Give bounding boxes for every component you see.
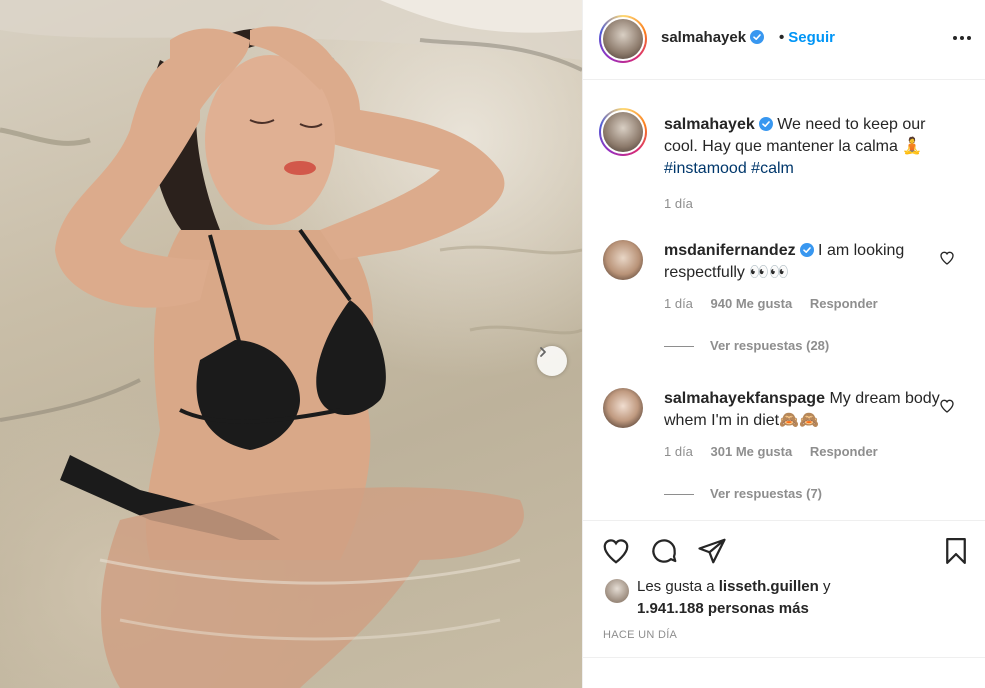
hashtag-calm[interactable]: #calm <box>751 160 794 177</box>
replies-divider <box>664 494 694 496</box>
follow-button[interactable]: • Seguir <box>779 29 835 46</box>
chevron-right-icon <box>540 347 546 357</box>
view-replies-button[interactable]: Ver respuestas (7) <box>664 486 822 501</box>
caption-avatar[interactable] <box>599 108 647 156</box>
heart-icon[interactable] <box>939 250 955 266</box>
verified-badge-icon <box>799 243 814 257</box>
comment-likes[interactable]: 940 Me gusta <box>711 296 793 311</box>
add-comment-bar[interactable] <box>583 657 985 688</box>
heart-icon[interactable] <box>939 398 955 414</box>
post-header: salmahayek • Seguir <box>583 0 985 80</box>
commenter-username[interactable]: msdanifernandez <box>664 242 796 259</box>
view-replies-label: Ver respuestas (7) <box>710 486 823 501</box>
bookmark-icon[interactable] <box>941 536 971 566</box>
comment-time[interactable]: 1 día <box>664 296 693 311</box>
photo-illustration <box>0 0 582 688</box>
liker-username[interactable]: lisseth.guillen <box>719 578 819 595</box>
reply-button[interactable]: Responder <box>810 296 878 311</box>
comment-meta: 1 día 301 Me gusta Responder <box>664 444 892 459</box>
hashtag-instamood[interactable]: #instamood <box>664 160 747 177</box>
verified-badge-icon <box>750 30 765 44</box>
comment-likes[interactable]: 301 Me gusta <box>711 444 793 459</box>
liker-avatar[interactable] <box>605 579 629 603</box>
comment-icon[interactable] <box>649 536 679 566</box>
share-icon[interactable] <box>697 536 727 566</box>
post-photo <box>0 0 582 688</box>
author-username[interactable]: salmahayek <box>661 29 746 46</box>
view-replies-label: Ver respuestas (28) <box>710 338 830 353</box>
post-actions: Les gusta a lisseth.guillen y 1.941.188 … <box>583 520 985 688</box>
comment-text: msdanifernandez I am looking respectfull… <box>664 240 944 284</box>
replies-divider <box>664 346 694 348</box>
more-horizontal-icon[interactable] <box>952 28 972 48</box>
likes-and: y <box>822 578 831 595</box>
commenter-username[interactable]: salmahayekfanspage <box>664 390 825 407</box>
commenter-avatar[interactable] <box>603 240 643 280</box>
caption-text: salmahayek We need to keep our cool. Hay… <box>664 114 954 180</box>
likes-count[interactable]: 1.941.188 personas más <box>637 600 809 617</box>
likes-prefix: Les gusta a <box>637 578 715 595</box>
verified-badge-icon <box>758 117 773 131</box>
follow-label: Seguir <box>788 29 835 46</box>
author-avatar[interactable] <box>599 15 647 63</box>
view-replies-button[interactable]: Ver respuestas (28) <box>664 338 829 353</box>
post-timestamp[interactable]: HACE UN DÍA <box>603 629 677 641</box>
caption-timestamp[interactable]: 1 día <box>664 196 693 211</box>
heart-icon[interactable] <box>601 536 631 566</box>
post-side-panel: salmahayek • Seguir salmahayek We need to… <box>582 0 985 688</box>
separator-dot: • <box>779 29 785 46</box>
comment-text: salmahayekfanspage My dream body whem I'… <box>664 388 944 432</box>
reply-button[interactable]: Responder <box>810 444 878 459</box>
commenter-avatar[interactable] <box>603 388 643 428</box>
comment-time[interactable]: 1 día <box>664 444 693 459</box>
carousel-next-button[interactable] <box>537 346 567 376</box>
comment-meta: 1 día 940 Me gusta Responder <box>664 296 892 311</box>
caption-username[interactable]: salmahayek <box>664 116 755 133</box>
